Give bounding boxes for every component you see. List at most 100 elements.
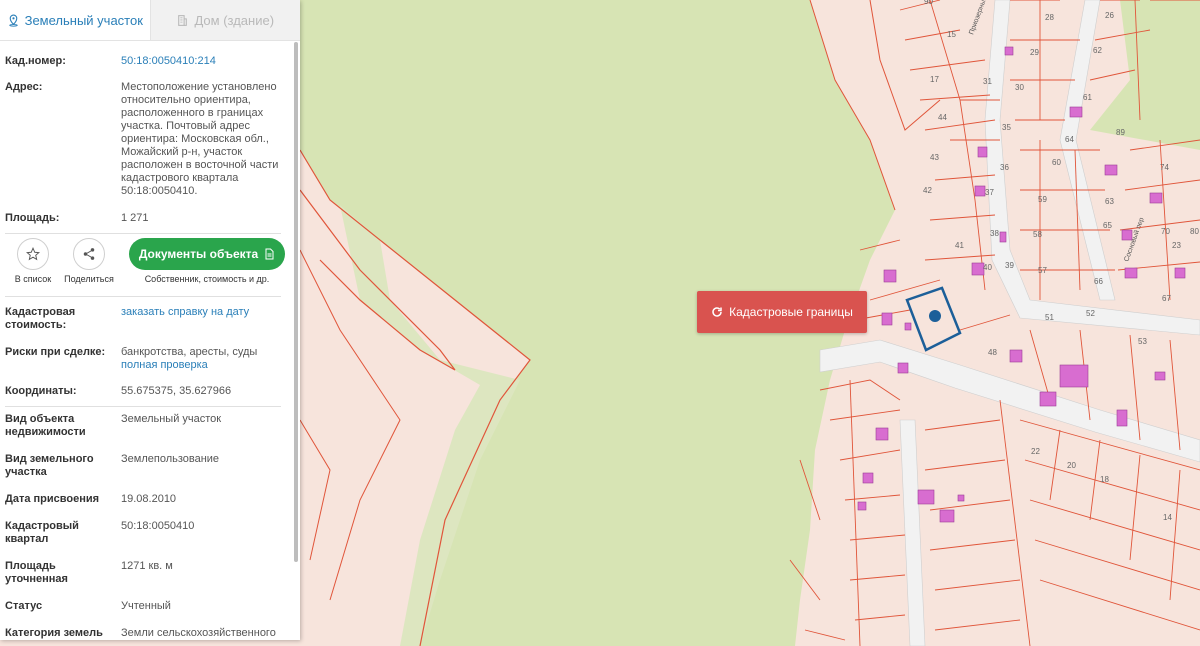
parcel-number-label: 17 <box>930 75 939 84</box>
parcel-number-label: 51 <box>1045 313 1054 322</box>
tab-building[interactable]: Дом (здание) <box>149 0 300 40</box>
tab-building-label: Дом (здание) <box>194 12 275 28</box>
status-value: Учтенный <box>121 600 171 612</box>
parcel-number-label: 35 <box>1002 123 1011 132</box>
assign-date-value: 19.08.2010 <box>121 493 177 505</box>
tab-land-plot-label: Земельный участок <box>24 12 143 28</box>
info-panel: Земельный участок Дом (здание) Кад.номер… <box>0 0 300 640</box>
area-precise-value: 1271 кв. м <box>121 560 173 572</box>
parcel-number-label: 37 <box>985 188 994 197</box>
selected-parcel-marker <box>929 310 941 322</box>
address-row: Адрес: Местоположение установлено относи… <box>5 81 286 198</box>
documents-label: Документы объекта <box>138 247 259 261</box>
parcel-number-label: 63 <box>1105 197 1114 206</box>
object-type-row: Вид объекта недвижимости Земельный участ… <box>5 413 286 439</box>
area-label: Площадь: <box>5 212 60 224</box>
quarter-row: Кадастровый квартал 50:18:0050410 <box>5 520 286 546</box>
building-icon <box>178 14 188 26</box>
risks-row: Риски при сделке: банкротства, аресты, с… <box>5 346 286 372</box>
favorite-caption: В список <box>14 274 52 284</box>
coords-row: Координаты: 55.675375, 35.627966 <box>5 385 286 398</box>
parcel-number-label: 22 <box>1031 447 1040 456</box>
parcel-number-label: 67 <box>1162 294 1171 303</box>
parcel-number-label: 66 <box>1094 277 1103 286</box>
favorite-circle <box>17 238 49 270</box>
documents-block: Документы объекта Собственник, стоимость… <box>129 238 285 284</box>
parcel-number-label: 31 <box>983 77 992 86</box>
tab-bar: Земельный участок Дом (здание) <box>0 0 300 41</box>
object-type-label: Вид объекта недвижимости <box>5 413 86 438</box>
map-pin-icon <box>8 14 18 27</box>
quarter-label: Кадастровый квартал <box>5 520 79 545</box>
area-precise-label: Площадь уточненная <box>5 560 68 585</box>
risks-value: банкротства, аресты, суды <box>121 346 258 358</box>
parcel-number-label: 57 <box>1038 266 1047 275</box>
parcel-number-label: 40 <box>983 263 992 272</box>
risks-value-block: банкротства, аресты, суды полная проверк… <box>121 346 286 372</box>
address-value: Местоположение установлено относительно … <box>121 81 279 197</box>
risks-label: Риски при сделке: <box>5 346 106 358</box>
refresh-icon <box>712 307 722 317</box>
parcel-number-label: 42 <box>923 186 932 195</box>
coords-value: 55.675375, 35.627966 <box>121 385 232 397</box>
parcel-number-label: 43 <box>930 153 939 162</box>
tab-land-plot[interactable]: Земельный участок <box>0 0 150 40</box>
divider <box>5 406 281 407</box>
category-value: Земли сельскохозяйственного назначения <box>121 627 276 639</box>
status-row: Статус Учтенный <box>5 600 286 613</box>
quarter-value: 50:18:0050410 <box>121 520 195 532</box>
area-row: Площадь: 1 271 <box>5 212 286 225</box>
divider <box>5 296 281 297</box>
parcel-number-label: 26 <box>1105 11 1114 20</box>
parcel-number-label: 38 <box>990 229 999 238</box>
actions-row: В список Поделиться Документы объекта Со… <box>5 234 286 296</box>
parcel-number-label: 61 <box>1083 93 1092 102</box>
full-check-link[interactable]: полная проверка <box>121 359 286 372</box>
documents-button[interactable]: Документы объекта <box>129 238 285 270</box>
parcel-number-label: 74 <box>1160 163 1169 172</box>
parcel-number-label: 70 <box>1161 227 1170 236</box>
parcel-number-label: 52 <box>1086 309 1095 318</box>
address-label: Адрес: <box>5 81 43 93</box>
parcel-number-label: 59 <box>1038 195 1047 204</box>
parcel-number-label: 65 <box>1103 221 1112 230</box>
cad-number-label: Кад.номер: <box>5 55 66 67</box>
star-icon <box>26 247 40 261</box>
parcel-number-label: 58 <box>1033 230 1042 239</box>
share-button[interactable]: Поделиться <box>61 238 117 284</box>
documents-caption: Собственник, стоимость и др. <box>144 274 270 284</box>
parcel-number-label: 20 <box>1067 461 1076 470</box>
parcel-number-label: 44 <box>938 113 947 122</box>
land-type-label: Вид земельного участка <box>5 453 94 478</box>
area-value: 1 271 <box>121 212 149 224</box>
parcel-number-label: 62 <box>1093 46 1102 55</box>
parcel-number-label: 28 <box>1045 13 1054 22</box>
parcel-number-label: 90 <box>924 0 933 6</box>
cadastral-boundaries-button[interactable]: Кадастровые границы <box>697 291 867 333</box>
status-label: Статус <box>5 600 43 612</box>
favorite-button[interactable]: В список <box>5 238 61 284</box>
parcel-number-label: 15 <box>947 30 956 39</box>
order-certificate-link[interactable]: заказать справку на дату <box>121 306 286 332</box>
panel-scrollbar[interactable] <box>294 42 298 562</box>
cost-label: Кадастровая стоимость: <box>5 306 76 331</box>
category-label: Категория земель <box>5 627 103 639</box>
object-type-value: Земельный участок <box>121 413 222 425</box>
cost-row: Кадастровая стоимость: заказать справку … <box>5 306 286 332</box>
parcel-number-label: 48 <box>988 348 997 357</box>
share-caption: Поделиться <box>64 274 114 284</box>
parcel-number-label: 41 <box>955 241 964 250</box>
parcel-number-label: 80 <box>1190 227 1199 236</box>
category-row: Категория земель Земли сельскохозяйствен… <box>5 627 286 640</box>
land-type-value: Землепользование <box>121 453 220 465</box>
cadastral-boundaries-label: Кадастровые границы <box>729 305 853 319</box>
share-circle <box>73 238 105 270</box>
parcel-number-label: 39 <box>1005 261 1014 270</box>
parcel-number-label: 36 <box>1000 163 1009 172</box>
cad-number-link[interactable]: 50:18:0050410:214 <box>121 55 286 68</box>
area-precise-row: Площадь уточненная 1271 кв. м <box>5 560 286 586</box>
parcel-number-label: 18 <box>1100 475 1109 484</box>
parcel-number-label: 64 <box>1065 135 1074 144</box>
parcel-number-label: 14 <box>1163 513 1172 522</box>
share-icon <box>83 248 95 260</box>
